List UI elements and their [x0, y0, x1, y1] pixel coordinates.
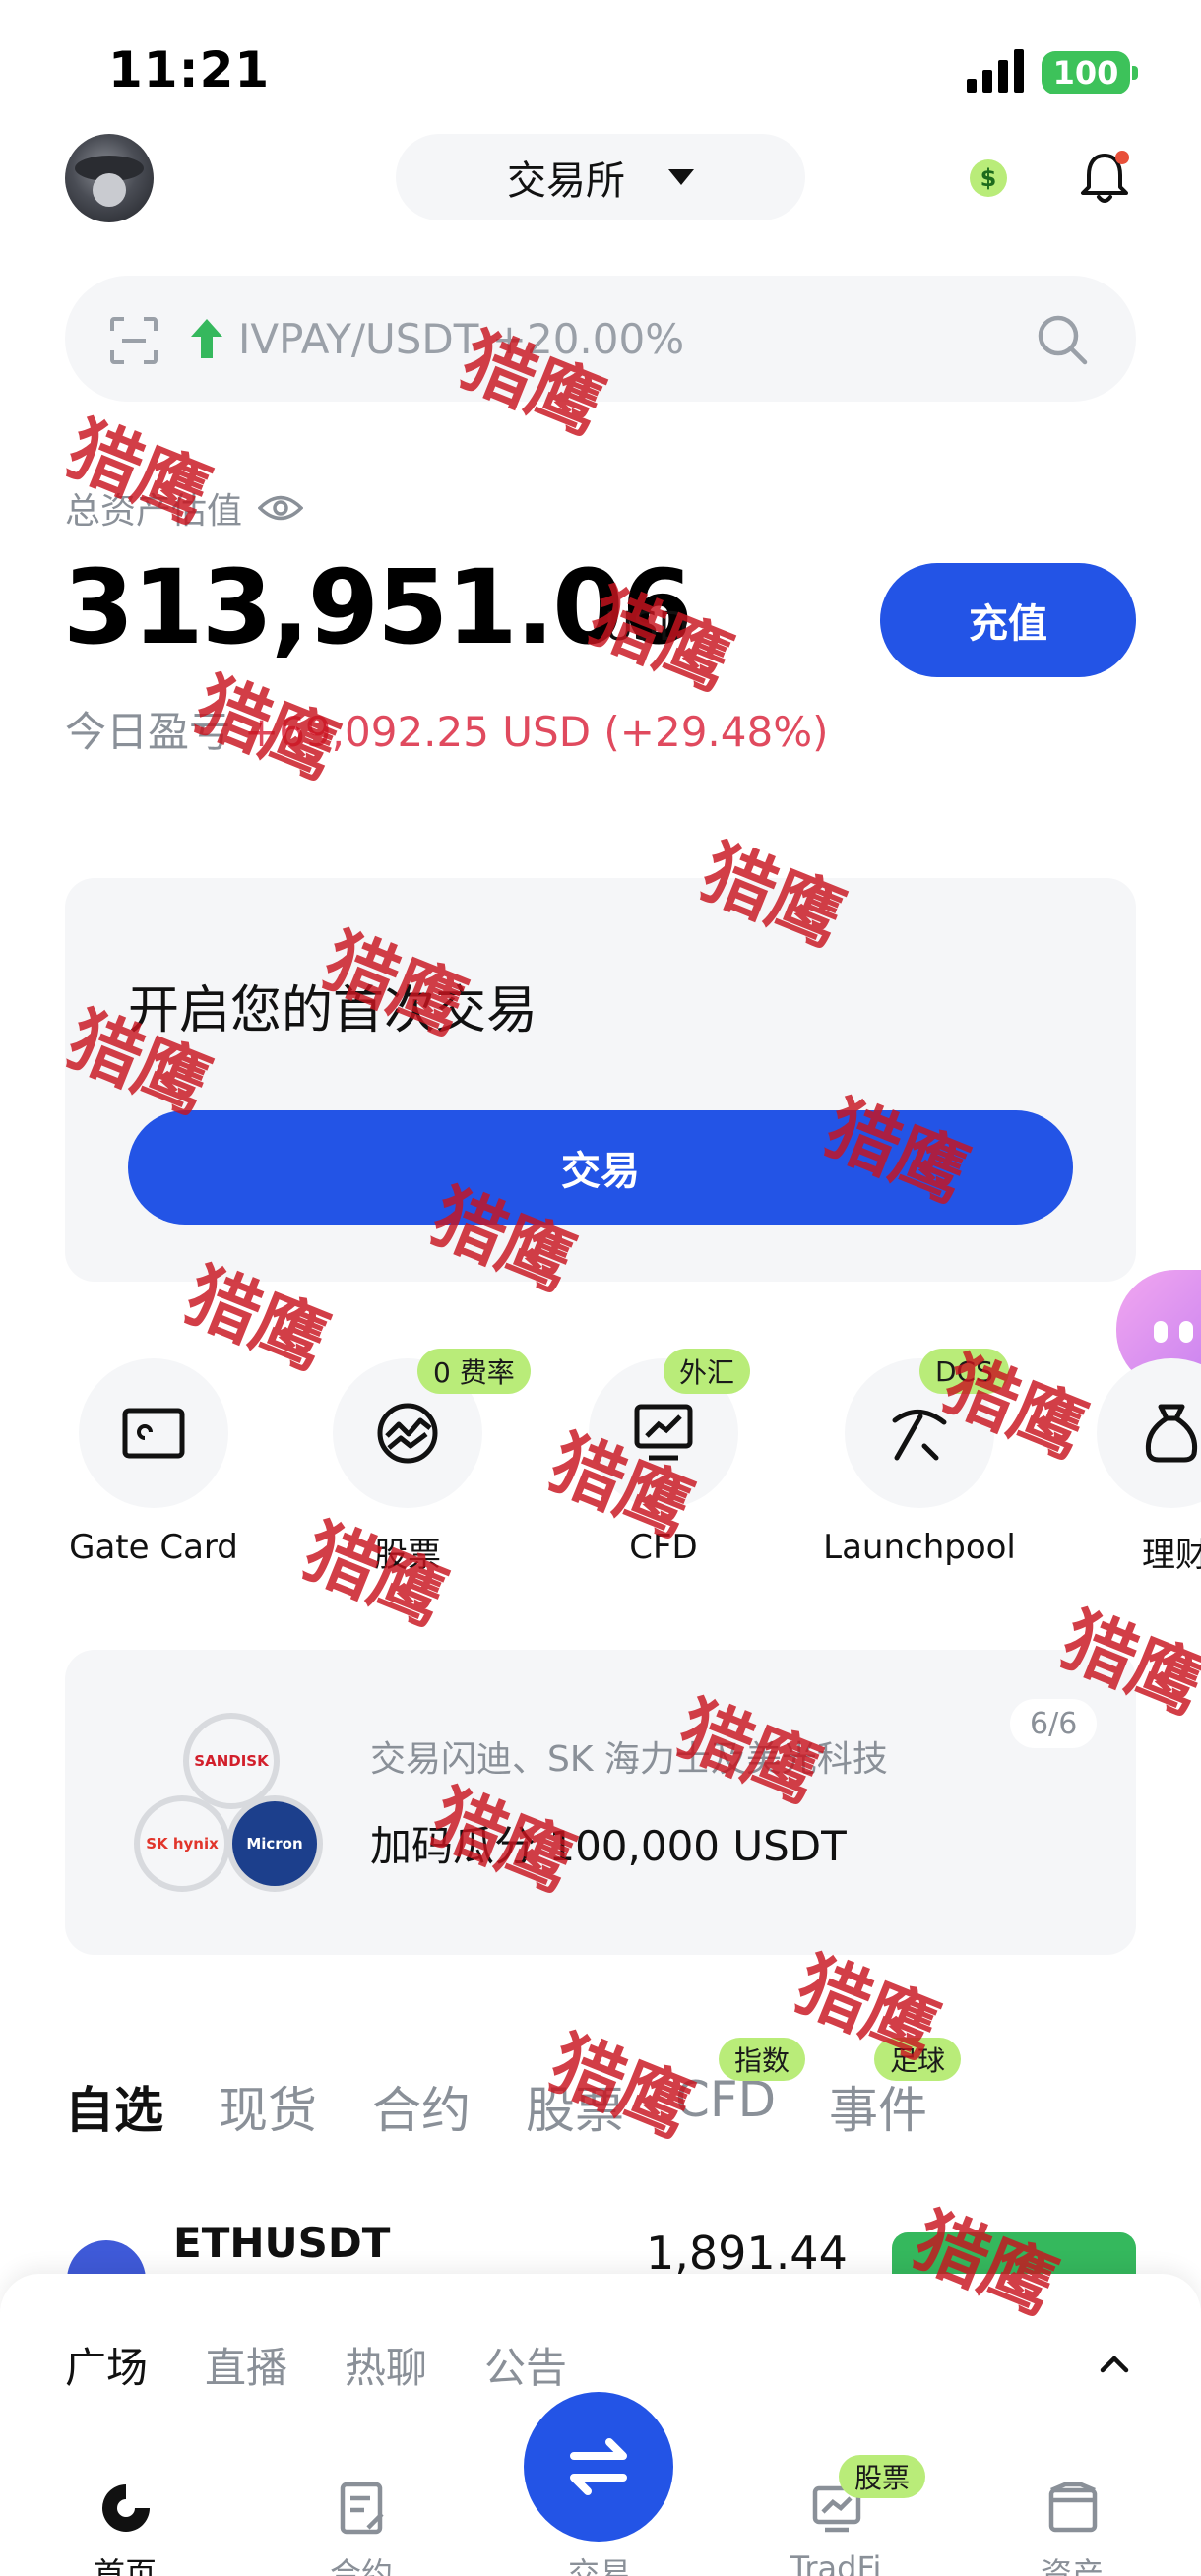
nav-futures[interactable]: 合约: [278, 2481, 445, 2576]
tab-futures[interactable]: 合约: [372, 2071, 471, 2142]
tab-hot-chat[interactable]: 热聊: [345, 2335, 427, 2395]
shortcut-cfd[interactable]: 外汇 CFD: [545, 1349, 782, 1575]
shortcut-label: 理财: [1142, 1536, 1201, 1575]
promo-banner[interactable]: SANDISK SK hynix Micron 交易闪迪、SK 海力士及美光科技…: [65, 1650, 1136, 1955]
tab-events[interactable]: 事件: [829, 2071, 927, 2142]
tab-stocks[interactable]: 股票: [526, 2071, 624, 2142]
nav-label: 资产: [1040, 2555, 1104, 2576]
shortcut-badge: 外汇: [664, 1349, 751, 1394]
tab-square[interactable]: 广场: [65, 2335, 148, 2395]
nav-label: TradFi: [790, 2549, 882, 2576]
shortcut-circle: [1097, 1358, 1201, 1508]
shortcut-label: Launchpool: [823, 1528, 1016, 1567]
caret-down-icon: [668, 169, 694, 185]
shortcut-badge: 0 费率: [417, 1349, 531, 1394]
avatar-face-shape: [93, 173, 126, 207]
nav-assets[interactable]: 资产: [988, 2481, 1156, 2576]
chat-eye-right: [1179, 1321, 1193, 1343]
tab-events-badge: 足球: [874, 2038, 962, 2081]
nav-home[interactable]: 首页: [41, 2481, 209, 2576]
today-pnl-value: +69,092.25 USD (+29.48%): [244, 708, 829, 756]
tab-live[interactable]: 直播: [205, 2335, 287, 2395]
start-trade-button[interactable]: 交易: [128, 1110, 1073, 1225]
pickaxe-icon: [892, 1410, 947, 1461]
promo-page-indicator: 6/6: [1010, 1699, 1098, 1748]
dollar-coin-icon[interactable]: $: [970, 159, 1007, 197]
shortcut-badge: DCS: [919, 1349, 1009, 1394]
search-hot-ticker: IVPAY/USDT +20.00%: [238, 315, 685, 363]
shortcut-gate-card[interactable]: Gate Card: [35, 1358, 272, 1575]
globe-icon: [377, 1403, 438, 1464]
search-icon[interactable]: [1034, 311, 1091, 368]
nav-label: 合约: [329, 2555, 393, 2576]
today-pnl: 今日盈亏 +69,092.25 USD (+29.48%): [65, 699, 829, 759]
sandisk-logo: SANDISK: [183, 1713, 280, 1809]
tab-spot[interactable]: 现货: [219, 2071, 317, 2142]
status-time: 11:21: [108, 41, 271, 98]
nav-trade-label: 交易: [567, 2555, 631, 2576]
bell-icon[interactable]: [1073, 146, 1136, 209]
today-pnl-label: 今日盈亏: [65, 708, 231, 756]
wallet-icon: [1048, 2482, 1098, 2533]
eye-icon[interactable]: [258, 493, 304, 523]
card-icon: [122, 1408, 185, 1459]
shortcut-label: CFD: [629, 1528, 698, 1567]
scan-icon[interactable]: [108, 315, 159, 366]
tab-watchlist[interactable]: 自选: [65, 2071, 163, 2142]
battery-indicator: 100: [1042, 51, 1138, 94]
shortcut-wealth[interactable]: 理财: [1053, 1358, 1201, 1575]
total-assets-label-group: 总资产估值: [65, 482, 304, 534]
avatar[interactable]: [65, 134, 154, 222]
promo-title: 加码瓜分 100,000 USDT: [370, 1822, 847, 1870]
home-icon: [102, 2484, 150, 2532]
shortcut-launchpool[interactable]: DCS Launchpool: [801, 1349, 1038, 1575]
status-bar: 11:21 100: [0, 0, 1201, 128]
tab-cfd-badge: 指数: [719, 2038, 806, 2081]
search-bar[interactable]: IVPAY/USDT +20.00%: [65, 276, 1136, 402]
exchange-selector[interactable]: 交易所: [396, 134, 805, 220]
market-row-price: 1,891.44: [646, 2227, 848, 2280]
nav-label: 首页: [93, 2555, 157, 2576]
shortcut-label: Gate Card: [69, 1528, 238, 1567]
deposit-button[interactable]: 充值: [880, 563, 1136, 677]
money-bag-icon: [1145, 1404, 1198, 1463]
chevron-up-icon[interactable]: [1093, 2343, 1136, 2386]
exchange-selector-label: 交易所: [507, 158, 625, 204]
shortcut-circle: [79, 1358, 228, 1508]
promo-logos: SANDISK SK hynix Micron: [134, 1713, 331, 1900]
total-assets-unit[interactable]: USD: [604, 604, 688, 650]
arrow-up-icon: [191, 319, 222, 358]
total-assets-label: 总资产估值: [65, 491, 243, 532]
chat-eye-left: [1154, 1321, 1168, 1343]
market-row-symbol[interactable]: ETHUSDT: [173, 2219, 390, 2267]
sk-hynix-logo: SK hynix: [134, 1795, 230, 1892]
promo-subtitle: 交易闪迪、SK 海力士及美光科技: [370, 1739, 888, 1780]
contract-icon: [340, 2482, 384, 2535]
total-assets-value: 313,951.06: [63, 547, 693, 667]
tab-announcements[interactable]: 公告: [484, 2335, 567, 2395]
nav-tradfi-badge: 股票: [839, 2455, 926, 2498]
first-trade-title: 开启您的首次交易: [128, 981, 538, 1040]
shortcut-label: 股票: [374, 1536, 441, 1575]
signal-icon: [967, 49, 1024, 93]
chart-screen-icon: [634, 1404, 693, 1461]
first-trade-card: 开启您的首次交易 交易: [65, 878, 1136, 1282]
nav-trade-button[interactable]: [524, 2392, 673, 2542]
swap-icon: [570, 2438, 627, 2495]
shortcut-stocks[interactable]: 0 费率 股票: [289, 1349, 531, 1575]
micron-logo: Micron: [226, 1795, 323, 1892]
